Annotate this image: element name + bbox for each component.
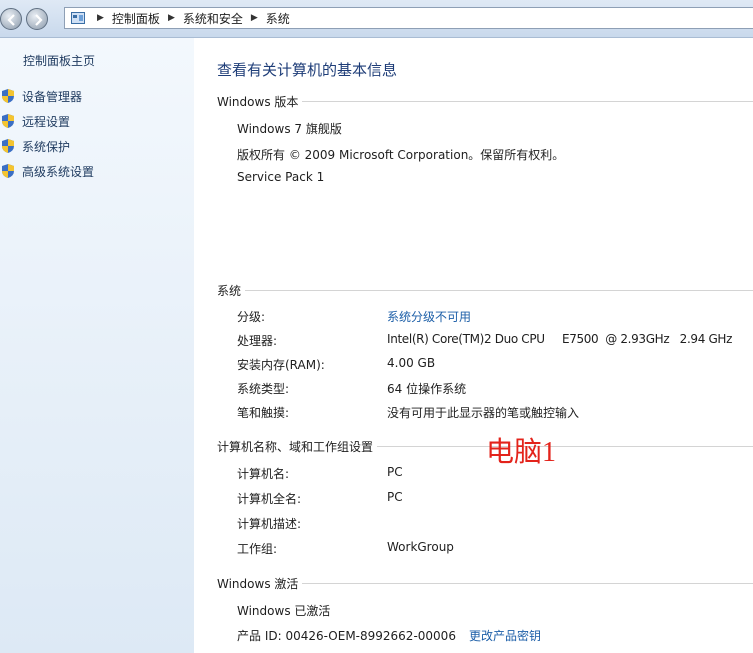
sidebar-item-label: 高级系统设置 — [22, 164, 95, 179]
sidebar-item-label: 设备管理器 — [22, 89, 83, 104]
system-type-label: 系统类型: — [237, 382, 290, 396]
sidebar-item-label: 系统保护 — [22, 139, 71, 154]
windows-edition-text: Windows 7 旗舰版 — [237, 122, 342, 136]
section-header: Windows 激活 — [217, 577, 303, 591]
full-name-label: 计算机全名: — [237, 492, 302, 506]
rating-label: 分级: — [237, 310, 266, 324]
system-type-value: 64 位操作系统 — [387, 382, 467, 396]
processor-value: Intel(R) Core(TM)2 Duo CPU E7500 @ 2.93G… — [387, 332, 733, 346]
back-button[interactable] — [0, 8, 22, 30]
pen-touch-value: 没有可用于此显示器的笔或触控输入 — [387, 406, 580, 420]
section-system: 系统 — [217, 282, 753, 298]
rating-link[interactable]: 系统分级不可用 — [387, 308, 471, 325]
annotation-text: 电脑1 — [486, 437, 557, 468]
section-activation: Windows 激活 — [217, 575, 753, 591]
processor-label: 处理器: — [237, 334, 278, 348]
section-header: Windows 版本 — [217, 95, 303, 109]
sidebar: 控制面板主页 设备管理器 远程设置 系统保护 高级系统设置 — [0, 38, 194, 653]
ram-label: 安装内存(RAM): — [237, 358, 325, 372]
sidebar-home-link[interactable]: 控制面板主页 — [23, 52, 95, 69]
chevron-right-icon: ▶ — [97, 13, 104, 23]
shield-icon — [2, 114, 14, 128]
address-bar: ▶ 控制面板 ▶ 系统和安全 ▶ 系统 — [0, 0, 753, 38]
change-product-key-link[interactable]: 更改产品密钥 — [469, 627, 541, 644]
description-label: 计算机描述: — [237, 517, 302, 531]
shield-icon — [2, 89, 14, 103]
chevron-right-icon: ▶ — [250, 13, 258, 23]
section-windows-edition: Windows 版本 — [217, 93, 753, 109]
control-panel-icon — [71, 12, 85, 24]
page-title: 查看有关计算机的基本信息 — [217, 61, 398, 79]
service-pack-text: Service Pack 1 — [237, 170, 325, 184]
activation-status: Windows 已激活 — [237, 604, 331, 618]
ram-value: 4.00 GB — [387, 356, 436, 370]
section-header: 系统 — [217, 284, 246, 298]
section-computer-name: 计算机名称、域和工作组设置 — [217, 438, 753, 454]
full-name-value: PC — [387, 490, 403, 504]
product-id: 产品 ID: 00426-OEM-8992662-00006 — [237, 629, 456, 643]
sidebar-item-advanced-settings[interactable]: 高级系统设置 — [0, 162, 94, 180]
computer-name-label: 计算机名: — [237, 467, 290, 481]
breadcrumb[interactable]: ▶ 控制面板 ▶ 系统和安全 ▶ 系统 — [64, 7, 753, 29]
shield-icon — [2, 164, 14, 178]
forward-button[interactable] — [26, 8, 48, 30]
breadcrumb-item-security[interactable]: 系统和安全 — [183, 10, 243, 27]
sidebar-item-device-manager[interactable]: 设备管理器 — [0, 87, 82, 105]
computer-name-value: PC — [387, 465, 403, 479]
sidebar-item-label: 远程设置 — [22, 114, 71, 129]
section-header: 计算机名称、域和工作组设置 — [217, 440, 378, 454]
workgroup-label: 工作组: — [237, 542, 278, 556]
sidebar-item-system-protection[interactable]: 系统保护 — [0, 137, 70, 155]
breadcrumb-item-system[interactable]: 系统 — [266, 10, 290, 27]
chevron-right-icon: ▶ — [167, 13, 175, 23]
sidebar-item-remote-settings[interactable]: 远程设置 — [0, 112, 70, 130]
arrow-left-icon — [7, 14, 15, 26]
main-panel: 查看有关计算机的基本信息 Windows 版本 Windows 7 旗舰版 版权… — [194, 38, 753, 653]
workgroup-value: WorkGroup — [387, 540, 454, 554]
pen-touch-label: 笔和触摸: — [237, 406, 290, 420]
copyright-text: 版权所有 © 2009 Microsoft Corporation。保留所有权利… — [237, 148, 565, 162]
arrow-right-icon — [35, 14, 43, 26]
breadcrumb-item-control-panel[interactable]: 控制面板 — [112, 10, 160, 27]
shield-icon — [2, 139, 14, 153]
